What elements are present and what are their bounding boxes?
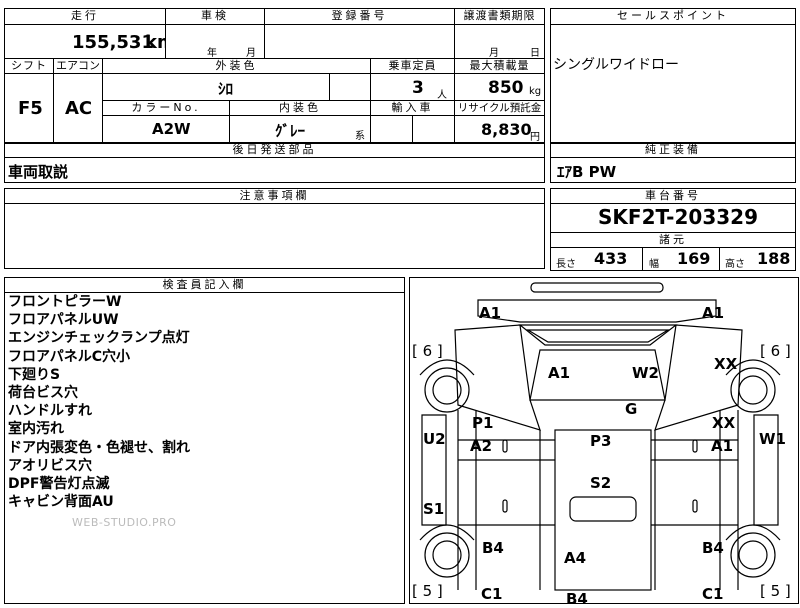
- diagram-label-p1: P1: [472, 414, 494, 432]
- diagram-front-profile: [477, 299, 717, 323]
- wheel-rear-left: [424, 532, 470, 578]
- wheel-front-right: [730, 367, 776, 413]
- diagram-bracket-bottom-left: [ 5 ]: [412, 582, 443, 600]
- diagram-label-b4-left: B4: [482, 539, 504, 557]
- diagram-bracket-top-right: [ 6 ]: [760, 342, 791, 360]
- diagram-label-w1: W1: [759, 430, 786, 448]
- wheel-rear-left-inner: [432, 540, 462, 570]
- diagram-label-s2: S2: [590, 474, 612, 492]
- diagram-label-c1-right: C1: [702, 585, 724, 603]
- diagram-label-a1-top-left: A1: [479, 304, 502, 322]
- diagram-label-g: G: [625, 400, 638, 418]
- diagram-label-w2: W2: [632, 364, 659, 382]
- diagram-label-s1: S1: [423, 500, 445, 518]
- diagram-label-xx-mid: XX: [712, 414, 736, 432]
- mark-left-a: [502, 439, 508, 453]
- diagram-label-b4-right: B4: [702, 539, 724, 557]
- diagram-label-u2: U2: [423, 430, 446, 448]
- wheel-front-right-inner: [738, 375, 768, 405]
- wheel-front-left: [424, 367, 470, 413]
- diagram-label-a4: A4: [564, 549, 587, 567]
- mark-left-b: [502, 499, 508, 513]
- diagram-label-a1-top-right: A1: [702, 304, 725, 322]
- wheel-rear-right-inner: [738, 540, 768, 570]
- diagram-label-xx-top: XX: [714, 355, 738, 373]
- mark-right-b: [692, 499, 698, 513]
- diagram-cargo-window: [569, 496, 637, 522]
- diagram-label-a2: A2: [470, 437, 493, 455]
- mark-right-a: [692, 439, 698, 453]
- diagram-label-c1-left: C1: [481, 585, 503, 603]
- diagram-cabin-left: [454, 324, 541, 431]
- diagram-bracket-top-left: [ 6 ]: [412, 342, 443, 360]
- diagram-windshield-inner: [525, 329, 671, 343]
- diagram-label-p3: P3: [590, 432, 612, 450]
- diagram-label-b4-bottom: B4: [566, 590, 588, 608]
- diagram-label-a1-right: A1: [711, 437, 734, 455]
- diagram-bracket-bottom-right: [ 5 ]: [760, 582, 791, 600]
- truck-damage-diagram: [419, 282, 781, 591]
- diagram-front-bumper: [530, 282, 664, 293]
- diagram-label-a1-cabin: A1: [548, 364, 571, 382]
